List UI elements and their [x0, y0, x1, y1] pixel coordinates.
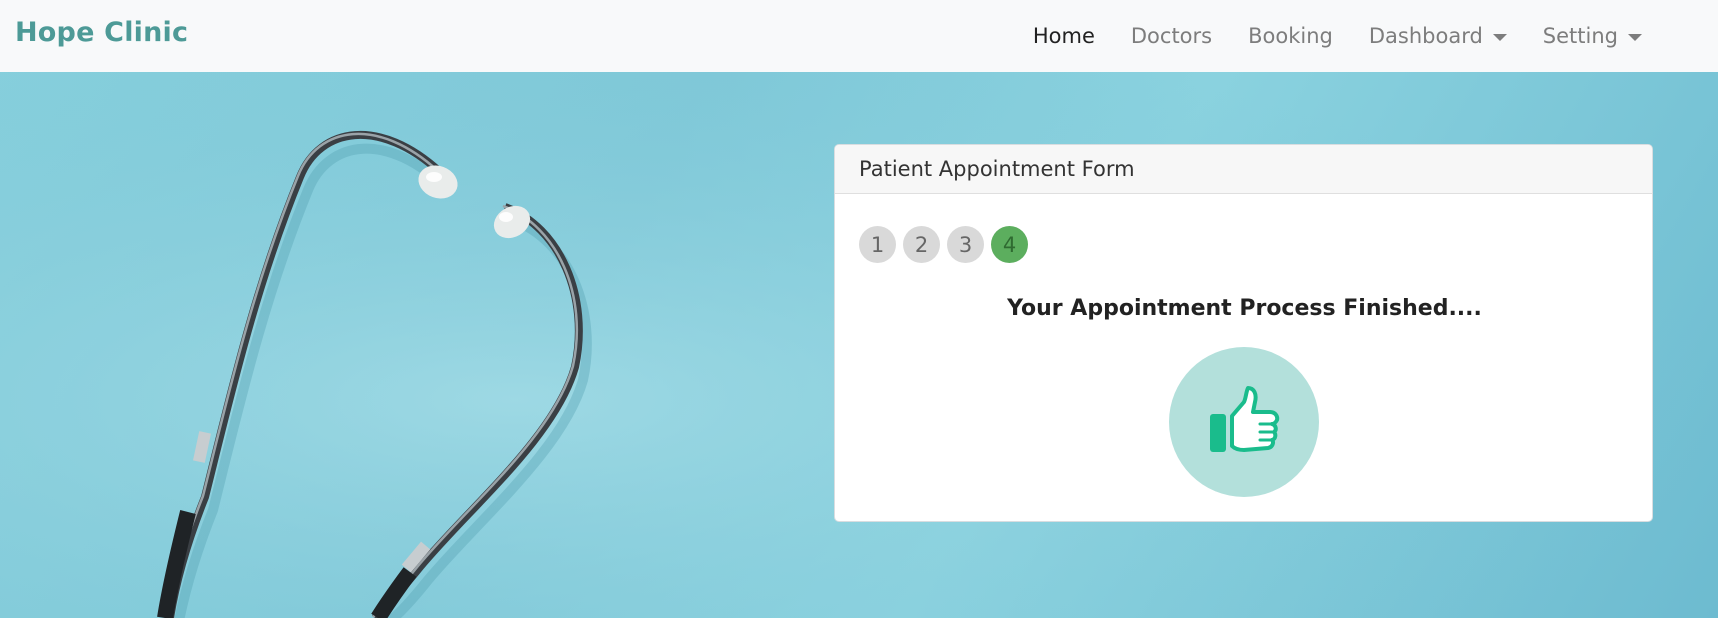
nav-setting-label: Setting — [1542, 24, 1618, 48]
nav-dashboard-dropdown[interactable]: Dashboard — [1369, 24, 1507, 48]
thumbs-up-icon — [1210, 386, 1280, 452]
nav-dashboard-label: Dashboard — [1368, 24, 1483, 48]
nav-setting-dropdown[interactable]: Setting — [1543, 24, 1642, 48]
step-indicator: 1 2 3 4 — [859, 226, 1035, 263]
step-3: 3 — [947, 226, 984, 263]
nav-doctors-label: Doctors — [1130, 24, 1213, 48]
nav-doctors[interactable]: Doctors — [1131, 24, 1212, 48]
nav-home[interactable]: Home — [1033, 24, 1095, 48]
appointment-card: Patient Appointment Form 1 2 3 4 Your Ap… — [834, 144, 1653, 522]
brand-logo[interactable]: Hope Clinic — [15, 17, 188, 48]
step-1: 1 — [859, 226, 896, 263]
nav-links: Home Doctors Booking Dashboard Setting — [997, 0, 1642, 72]
top-navbar: Hope Clinic Home Doctors Booking Dashboa… — [0, 0, 1718, 72]
card-header: Patient Appointment Form — [835, 145, 1652, 194]
card-title: Patient Appointment Form — [859, 157, 1135, 181]
nav-home-label: Home — [1032, 24, 1095, 48]
step-2: 2 — [903, 226, 940, 263]
nav-booking[interactable]: Booking — [1248, 24, 1333, 48]
step-4: 4 — [991, 226, 1028, 263]
finished-message: Your Appointment Process Finished.... — [1007, 296, 1482, 321]
thumb-circle — [1169, 347, 1319, 497]
caret-down-icon — [1628, 33, 1642, 41]
caret-down-icon — [1492, 33, 1507, 41]
nav-booking-label: Booking — [1248, 24, 1333, 48]
